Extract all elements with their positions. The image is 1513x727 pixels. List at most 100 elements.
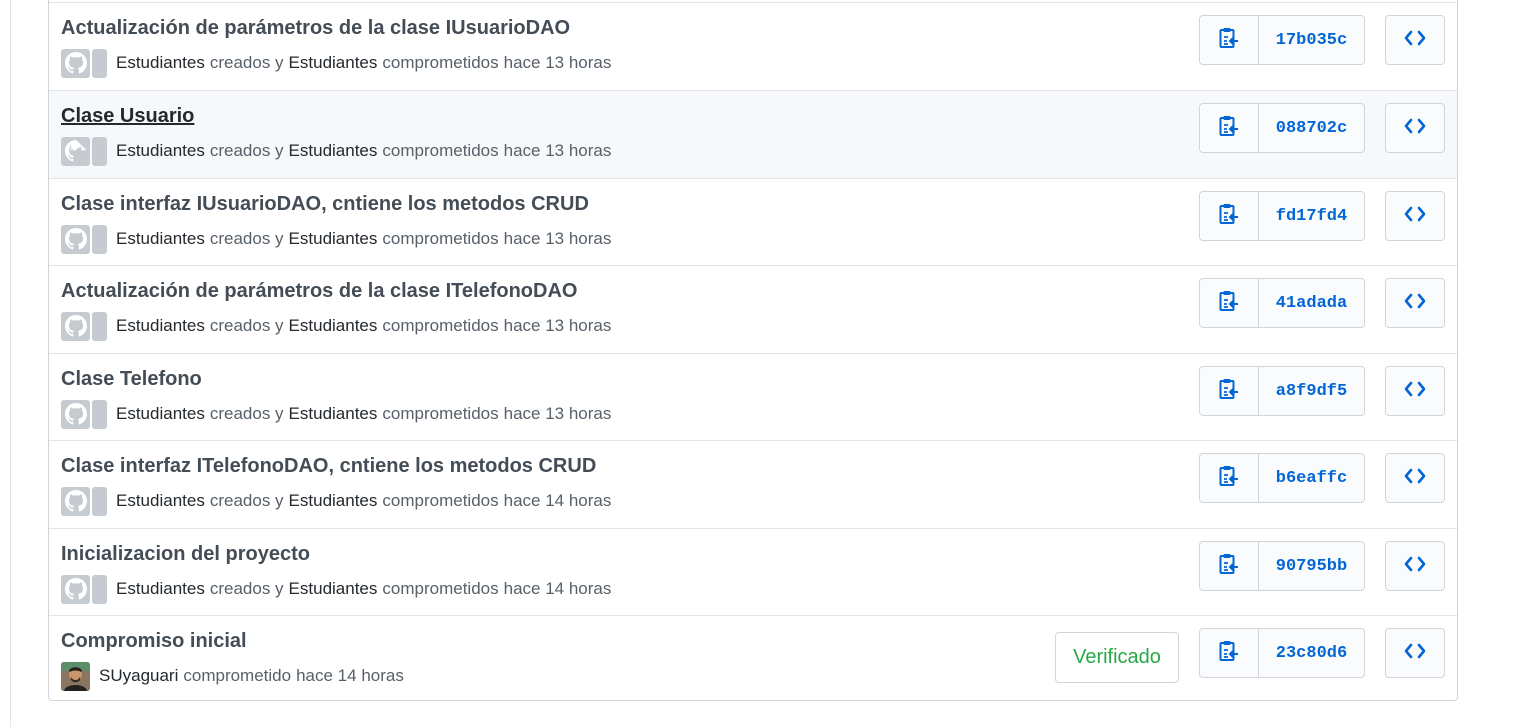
copy-sha-button[interactable] — [1199, 103, 1259, 153]
github-octocat-icon[interactable] — [92, 399, 107, 429]
copy-sha-button[interactable] — [1199, 541, 1259, 591]
browse-files-button[interactable] — [1385, 366, 1445, 416]
commit-author[interactable]: Estudiantes — [116, 579, 205, 599]
copy-sha-button[interactable] — [1199, 628, 1259, 678]
commit-sha-button[interactable]: a8f9df5 — [1258, 366, 1365, 416]
commit-committer[interactable]: Estudiantes — [289, 491, 378, 511]
commit-message-link[interactable]: Inicializacion del proyecto — [61, 543, 310, 566]
commit-row: Clase interfaz IUsuarioDAO, cntiene los … — [49, 178, 1457, 266]
user-avatar[interactable] — [61, 661, 90, 691]
github-octocat-icon[interactable] — [92, 311, 107, 341]
commit-committer[interactable]: Estudiantes — [289, 579, 378, 599]
commit-time: hace 14 horas — [296, 666, 404, 685]
code-icon — [1404, 30, 1426, 51]
commit-meta: Estudiantes creados y Estudiantes compro… — [61, 574, 611, 604]
commit-committer[interactable]: Estudiantes — [289, 53, 378, 73]
commit-sha-group: b6eaffc — [1199, 453, 1365, 503]
commit-meta: Estudiantes creados y Estudiantes compro… — [61, 136, 611, 166]
code-icon — [1404, 468, 1426, 489]
commit-meta: Estudiantes creados y Estudiantes compro… — [61, 399, 611, 429]
copy-sha-button[interactable] — [1199, 278, 1259, 328]
commit-row: Clase Usuario Estudiantes creados y Estu… — [49, 90, 1457, 178]
copy-sha-button[interactable] — [1199, 191, 1259, 241]
github-octocat-icon[interactable] — [61, 136, 90, 166]
commit-sha-button[interactable]: 90795bb — [1258, 541, 1365, 591]
commit-author[interactable]: SUyaguari — [99, 666, 178, 686]
github-octocat-icon[interactable] — [92, 48, 107, 78]
commit-committer[interactable]: Estudiantes — [289, 404, 378, 424]
page-left-border — [10, 0, 11, 727]
avatar-stack — [61, 311, 107, 341]
commit-sha-button[interactable]: 41adada — [1258, 278, 1365, 328]
github-octocat-icon[interactable] — [92, 486, 107, 516]
clipboard-copy-icon — [1218, 552, 1240, 581]
github-octocat-icon[interactable] — [61, 574, 90, 604]
browse-files-button[interactable] — [1385, 453, 1445, 503]
commit-message-link[interactable]: Compromiso inicial — [61, 630, 247, 653]
commit-author[interactable]: Estudiantes — [116, 53, 205, 73]
browse-files-button[interactable] — [1385, 15, 1445, 65]
github-octocat-icon[interactable] — [92, 574, 107, 604]
commit-committer[interactable]: Estudiantes — [289, 141, 378, 161]
commit-sha-group: 088702c — [1199, 103, 1365, 153]
copy-sha-button[interactable] — [1199, 366, 1259, 416]
commit-committer[interactable]: Estudiantes — [289, 316, 378, 336]
commit-meta: Estudiantes creados y Estudiantes compro… — [61, 48, 611, 78]
commit-author[interactable]: Estudiantes — [116, 316, 205, 336]
commit-time: hace 13 horas — [503, 404, 612, 423]
commit-author[interactable]: Estudiantes — [116, 491, 205, 511]
github-octocat-icon[interactable] — [61, 399, 90, 429]
copy-sha-button[interactable] — [1199, 15, 1259, 65]
commit-sha-button[interactable]: 23c80d6 — [1258, 628, 1365, 678]
commit-sha-group: 90795bb — [1199, 541, 1365, 591]
browse-files-button[interactable] — [1385, 628, 1445, 678]
commit-meta-text: creados y — [209, 53, 284, 72]
commit-row: Compromiso inicial SUyaguari comprometid… — [49, 615, 1457, 700]
copy-sha-button[interactable] — [1199, 453, 1259, 503]
commit-meta-text: comprometidos — [382, 229, 499, 248]
commit-author[interactable]: Estudiantes — [116, 141, 205, 161]
commit-sha-group: 23c80d6 — [1199, 628, 1365, 678]
commit-message-link[interactable]: Actualización de parámetros de la clase … — [61, 17, 570, 40]
browse-files-button[interactable] — [1385, 278, 1445, 328]
clipboard-copy-icon — [1218, 289, 1240, 318]
github-octocat-icon[interactable] — [61, 311, 90, 341]
avatar-stack — [61, 48, 107, 78]
commit-meta-text: comprometidos — [382, 53, 499, 72]
commit-committer[interactable]: Estudiantes — [289, 229, 378, 249]
code-icon — [1404, 206, 1426, 227]
github-octocat-icon[interactable] — [61, 486, 90, 516]
github-octocat-icon[interactable] — [92, 224, 107, 254]
commit-author[interactable]: Estudiantes — [116, 229, 205, 249]
github-octocat-icon[interactable] — [61, 48, 90, 78]
commit-meta-text: comprometidos — [382, 491, 499, 510]
commit-sha-button[interactable]: b6eaffc — [1258, 453, 1365, 503]
commit-message-link[interactable]: Clase interfaz IUsuarioDAO, cntiene los … — [61, 193, 589, 216]
commit-meta: Estudiantes creados y Estudiantes compro… — [61, 486, 611, 516]
commit-meta-text: creados y — [209, 229, 284, 248]
github-octocat-icon[interactable] — [92, 136, 107, 166]
commit-sha-button[interactable]: fd17fd4 — [1258, 191, 1365, 241]
avatar-stack — [61, 399, 107, 429]
commit-meta-text: comprometidos — [382, 579, 499, 598]
github-octocat-icon[interactable] — [61, 224, 90, 254]
avatar-stack — [61, 224, 107, 254]
clipboard-copy-icon — [1218, 639, 1240, 668]
commit-sha-button[interactable]: 17b035c — [1258, 15, 1365, 65]
commit-sha-group: 17b035c — [1199, 15, 1365, 65]
code-icon — [1404, 643, 1426, 664]
verified-badge[interactable]: Verificado — [1055, 632, 1179, 683]
commit-message-link[interactable]: Clase Telefono — [61, 368, 202, 391]
browse-files-button[interactable] — [1385, 191, 1445, 241]
commit-meta-text: creados y — [209, 579, 284, 598]
commit-message-link[interactable]: Clase Usuario — [61, 105, 194, 128]
commit-message-link[interactable]: Actualización de parámetros de la clase … — [61, 280, 577, 303]
browse-files-button[interactable] — [1385, 103, 1445, 153]
commit-meta-text: comprometidos — [382, 141, 499, 160]
commit-author[interactable]: Estudiantes — [116, 404, 205, 424]
commit-message-link[interactable]: Clase interfaz ITelefonoDAO, cntiene los… — [61, 455, 596, 478]
commit-time: hace 13 horas — [503, 229, 612, 248]
browse-files-button[interactable] — [1385, 541, 1445, 591]
commit-sha-button[interactable]: 088702c — [1258, 103, 1365, 153]
commit-sha-group: a8f9df5 — [1199, 366, 1365, 416]
